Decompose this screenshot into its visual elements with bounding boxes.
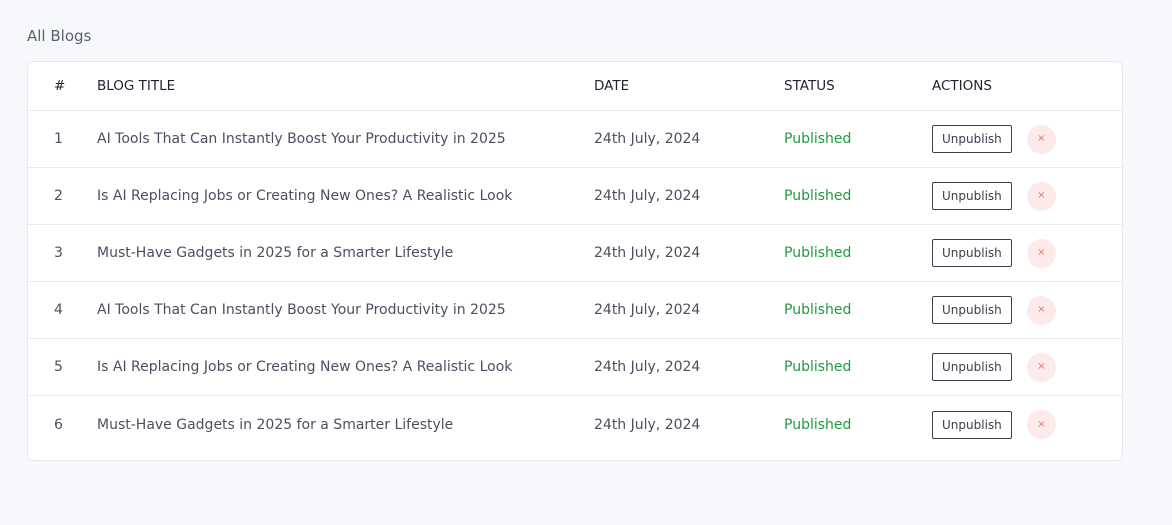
row-number: 1 <box>54 131 63 147</box>
close-icon: × <box>1037 247 1046 258</box>
table-row: 4 AI Tools That Can Instantly Boost Your… <box>28 282 1122 339</box>
table-row: 2 Is AI Replacing Jobs or Creating New O… <box>28 168 1122 225</box>
delete-button[interactable]: × <box>1026 410 1056 439</box>
delete-button[interactable]: × <box>1026 124 1056 154</box>
header-blog-title: BLOG TITLE <box>97 78 176 94</box>
blog-title: Must-Have Gadgets in 2025 for a Smarter … <box>97 245 454 261</box>
row-actions: Unpublish × <box>932 282 1056 338</box>
delete-button[interactable]: × <box>1026 352 1056 382</box>
status-badge: Published <box>784 188 852 204</box>
delete-button[interactable]: × <box>1026 295 1056 325</box>
unpublish-button[interactable]: Unpublish <box>932 182 1012 210</box>
close-icon: × <box>1037 361 1046 372</box>
header-date: DATE <box>594 78 630 94</box>
status-badge: Published <box>784 131 852 147</box>
blog-date: 24th July, 2024 <box>594 245 701 261</box>
blog-title: AI Tools That Can Instantly Boost Your P… <box>97 131 506 147</box>
row-actions: Unpublish × <box>932 225 1056 281</box>
close-icon: × <box>1037 418 1046 430</box>
delete-button[interactable]: × <box>1026 238 1056 268</box>
page-title: All Blogs <box>27 27 92 45</box>
blog-title: Must-Have Gadgets in 2025 for a Smarter … <box>97 416 454 433</box>
blog-title: AI Tools That Can Instantly Boost Your P… <box>97 302 506 318</box>
unpublish-button[interactable]: Unpublish <box>932 353 1012 381</box>
table-row: 3 Must-Have Gadgets in 2025 for a Smarte… <box>28 225 1122 282</box>
row-actions: Unpublish × <box>932 396 1056 453</box>
header-number: # <box>54 78 66 94</box>
blogs-table: # BLOG TITLE DATE STATUS ACTIONS 1 AI To… <box>27 61 1123 461</box>
blog-date: 24th July, 2024 <box>594 416 701 433</box>
blog-date: 24th July, 2024 <box>594 302 701 318</box>
row-number: 6 <box>54 416 63 433</box>
row-actions: Unpublish × <box>932 339 1056 395</box>
delete-button[interactable]: × <box>1026 181 1056 211</box>
status-badge: Published <box>784 245 852 261</box>
blog-title: Is AI Replacing Jobs or Creating New One… <box>97 359 513 375</box>
table-header-row: # BLOG TITLE DATE STATUS ACTIONS <box>28 62 1122 111</box>
header-actions: ACTIONS <box>932 78 992 94</box>
status-badge: Published <box>784 416 852 433</box>
blog-date: 24th July, 2024 <box>594 188 701 204</box>
table-row: 6 Must-Have Gadgets in 2025 for a Smarte… <box>28 396 1122 453</box>
unpublish-button[interactable]: Unpublish <box>932 296 1012 324</box>
blog-date: 24th July, 2024 <box>594 359 701 375</box>
blog-date: 24th July, 2024 <box>594 131 701 147</box>
unpublish-button[interactable]: Unpublish <box>932 239 1012 267</box>
row-number: 4 <box>54 302 63 318</box>
close-icon: × <box>1037 133 1046 144</box>
table-row: 1 AI Tools That Can Instantly Boost Your… <box>28 111 1122 168</box>
unpublish-button[interactable]: Unpublish <box>932 125 1012 153</box>
close-icon: × <box>1037 304 1046 315</box>
row-number: 2 <box>54 188 63 204</box>
row-number: 3 <box>54 245 63 261</box>
status-badge: Published <box>784 359 852 375</box>
header-status: STATUS <box>784 78 835 94</box>
close-icon: × <box>1037 190 1046 201</box>
row-number: 5 <box>54 359 63 375</box>
unpublish-button[interactable]: Unpublish <box>932 410 1012 439</box>
status-badge: Published <box>784 302 852 318</box>
table-row: 5 Is AI Replacing Jobs or Creating New O… <box>28 339 1122 396</box>
row-actions: Unpublish × <box>932 111 1056 167</box>
row-actions: Unpublish × <box>932 168 1056 224</box>
blog-title: Is AI Replacing Jobs or Creating New One… <box>97 188 513 204</box>
